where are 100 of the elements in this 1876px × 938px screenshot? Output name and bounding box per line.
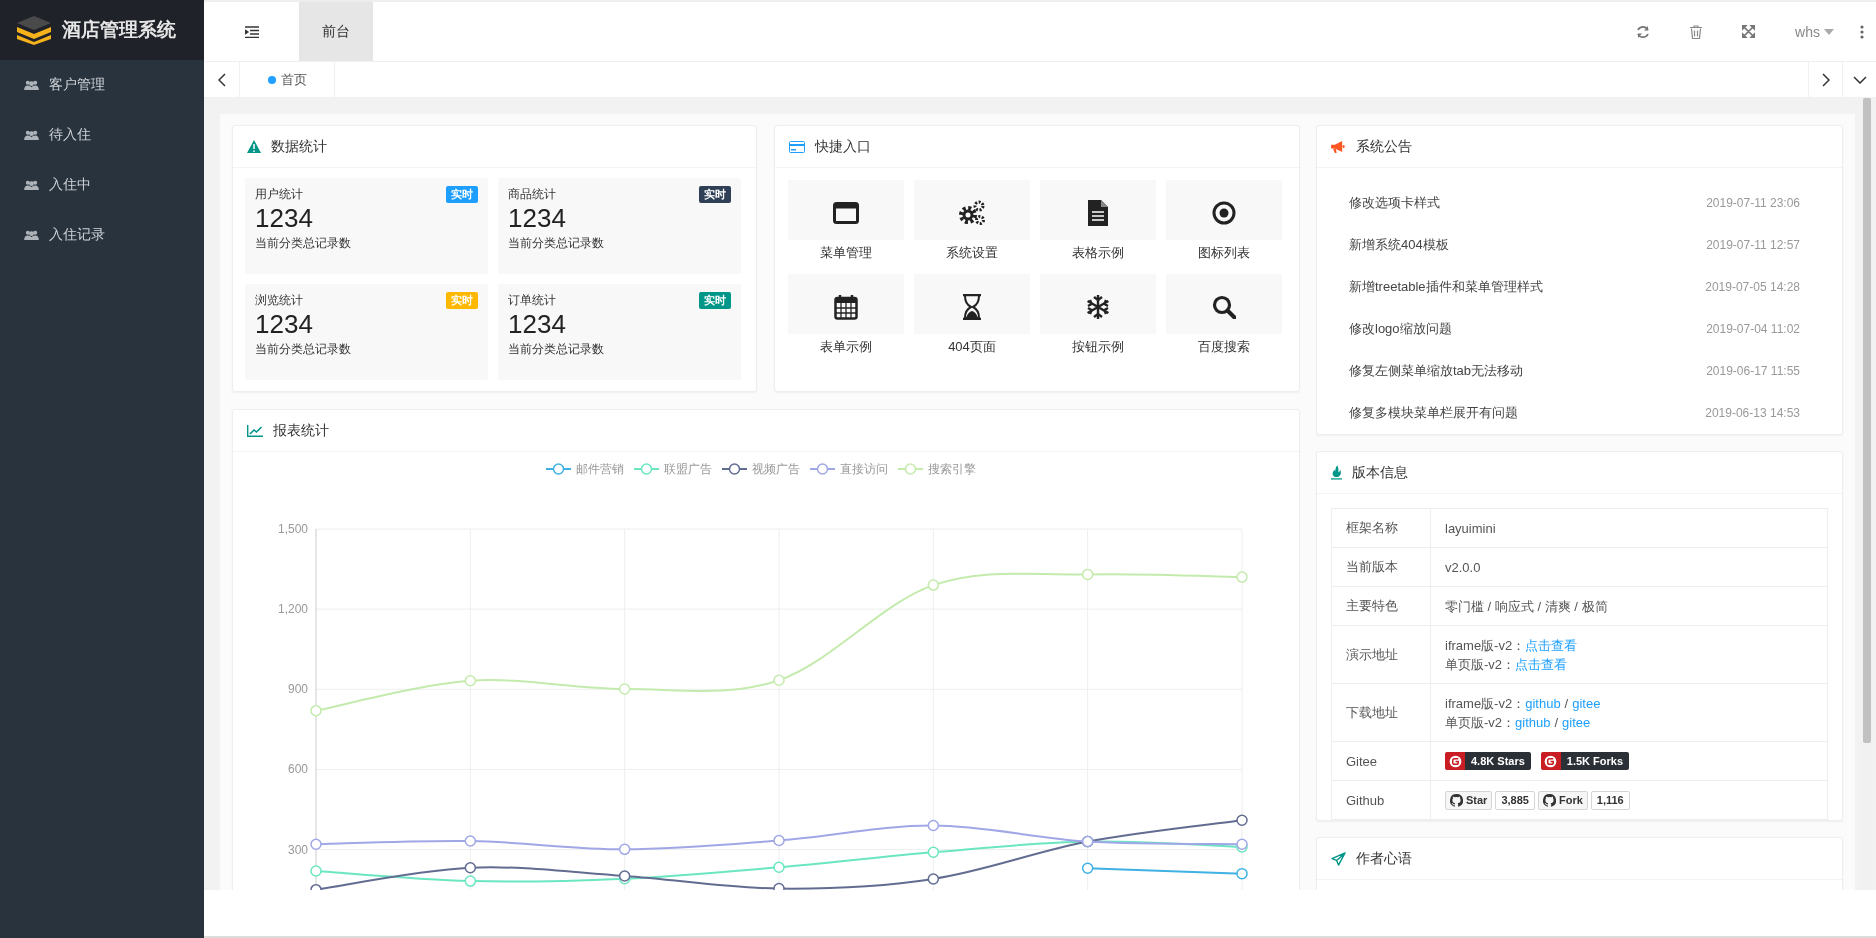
link-prefix: iframe版-v2： [1445, 695, 1526, 711]
users-icon [24, 79, 39, 91]
page-tab[interactable]: 首页 [240, 62, 335, 97]
card-title: 报表统计 [273, 421, 329, 440]
table-cell: 当前版本 [1331, 547, 1431, 587]
point [773, 861, 785, 873]
stat-label: 订单统计 [508, 292, 556, 309]
realtime-badge: 实时 [446, 186, 478, 203]
hourglass-icon [962, 294, 982, 320]
table-cell: 演示地址 [1331, 625, 1431, 684]
more-icon[interactable] [1860, 24, 1864, 39]
gears-icon [958, 200, 986, 226]
stat-value: 1234 [508, 309, 567, 339]
point [927, 819, 940, 832]
users-icon [24, 179, 39, 191]
link-prefix: 单页版-v2： [1445, 714, 1516, 730]
trash-icon[interactable] [1690, 24, 1703, 39]
fire-icon [1331, 465, 1342, 480]
notice-item[interactable]: 修复左侧菜单缩放tab无法移动 2019-06-17 11:55 [1317, 350, 1842, 392]
legend-marker-icon[interactable] [633, 463, 660, 475]
table-cell: 下载地址 [1331, 683, 1431, 742]
legend-label: 联盟广告 [664, 462, 712, 476]
table-cell: 框架名称 [1331, 508, 1431, 548]
link-separator: / [1564, 695, 1569, 711]
github-button[interactable]: Star [1445, 790, 1493, 810]
point [773, 834, 785, 847]
table-cell-value: 零门槛 / 响应式 / 清爽 / 极简 [1445, 598, 1608, 614]
card-title: 数据统计 [271, 137, 327, 156]
notice-item[interactable]: 修改选项卡样式 2019-07-11 23:06 [1317, 182, 1842, 224]
point [618, 683, 631, 695]
chevron-right-icon [1821, 72, 1830, 87]
stat-note: 当前分类总记录数 [255, 235, 352, 252]
line-chart-icon [247, 424, 263, 437]
sidebar-item[interactable]: 客户管理 [0, 60, 204, 110]
point [1081, 568, 1094, 581]
caret-icon [1824, 28, 1834, 35]
notice-item[interactable]: 新增系统404模板 2019-07-11 12:57 [1317, 224, 1842, 266]
sidebar-item[interactable]: 入住中 [0, 160, 204, 210]
refresh-icon[interactable] [1636, 24, 1651, 39]
point [1081, 862, 1094, 875]
legend-marker-icon[interactable] [897, 463, 924, 475]
axis-tick-label: 900 [287, 682, 308, 697]
stat-value: 1234 [508, 203, 567, 233]
point [927, 846, 940, 859]
realtime-badge: 实时 [699, 186, 731, 203]
header-tab[interactable]: 前台 [299, 2, 373, 61]
notice-item[interactable]: 新增treetable插件和菜单管理样式 2019-07-05 14:28 [1317, 266, 1842, 308]
realtime-badge: 实时 [446, 292, 478, 309]
point [1236, 814, 1248, 826]
link-separator: / [1554, 714, 1559, 730]
legend-marker-icon[interactable] [721, 463, 748, 475]
point [927, 873, 940, 885]
chevron-left-icon [217, 72, 226, 87]
legend-label: 邮件营销 [576, 462, 624, 476]
users-icon [24, 229, 39, 241]
point [310, 704, 322, 717]
github-logo-icon [1542, 793, 1556, 807]
point [310, 838, 322, 850]
search-icon [1212, 295, 1236, 319]
notice-item[interactable]: 修改logo缩放问题 2019-07-04 11:02 [1317, 308, 1842, 350]
legend-marker-icon[interactable] [545, 463, 572, 475]
fullscreen-icon[interactable] [1742, 25, 1756, 38]
users-icon [24, 129, 39, 141]
axis-tick-label: 1,200 [277, 602, 308, 617]
stat-label: 浏览统计 [255, 292, 303, 309]
realtime-badge: 实时 [699, 292, 731, 309]
axis-tick-label: 600 [287, 762, 308, 777]
point [618, 843, 631, 856]
point [927, 579, 940, 591]
stat-note: 当前分类总记录数 [255, 341, 352, 358]
link-prefix: 单页版-v2： [1445, 656, 1516, 672]
user-menu[interactable]: whs [1795, 23, 1834, 40]
table-cell-value: v2.0.0 [1445, 559, 1481, 575]
point [464, 862, 477, 874]
card-title: 快捷入口 [815, 137, 871, 156]
github-count[interactable]: 3,885 [1495, 790, 1535, 810]
point [310, 865, 322, 877]
notice-item[interactable]: 修复多模块菜单栏展开有问题 2019-06-13 14:53 [1317, 392, 1842, 434]
document-icon [1088, 200, 1108, 226]
legend-marker-icon[interactable] [809, 463, 836, 475]
table-cell-value: layuimini [1445, 520, 1496, 536]
bullhorn-icon [1331, 140, 1346, 153]
gitee-logo-icon [1448, 754, 1462, 768]
legend-label: 直接访问 [840, 462, 888, 476]
sidebar-item[interactable]: 待入住 [0, 110, 204, 160]
github-button[interactable]: Fork [1537, 790, 1588, 810]
github-logo-icon [1450, 793, 1463, 807]
card-title: 作者心语 [1356, 849, 1412, 868]
menu-fold-icon [244, 25, 259, 38]
stack-logo-icon [16, 15, 52, 45]
target-icon [1212, 201, 1236, 225]
point [773, 674, 785, 686]
sidebar-item[interactable]: 入住记录 [0, 210, 204, 260]
github-count[interactable]: 1,116 [1590, 790, 1630, 810]
calendar-icon [834, 294, 858, 320]
stat-value: 1234 [255, 203, 314, 233]
card-title: 版本信息 [1352, 463, 1408, 482]
table-cell: Github [1331, 780, 1431, 820]
paper-plane-icon [1331, 851, 1346, 866]
table-cell: Gitee [1331, 741, 1431, 781]
